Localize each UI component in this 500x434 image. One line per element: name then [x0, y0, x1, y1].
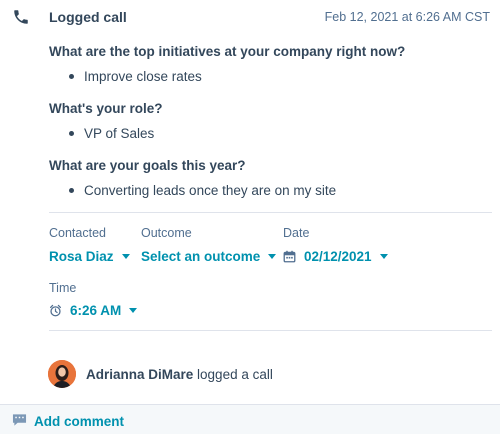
avatar: [48, 360, 76, 388]
bullet: [69, 188, 74, 193]
answer-text: Improve close rates: [84, 69, 202, 84]
contacted-dropdown[interactable]: Rosa Diaz: [49, 249, 130, 264]
answer-text: VP of Sales: [84, 126, 155, 141]
alarm-clock-icon: [49, 304, 62, 317]
activity-action: logged a call: [197, 367, 273, 382]
date-value: 02/12/2021: [304, 249, 372, 264]
outcome-value: Select an outcome: [141, 249, 261, 264]
outcome-dropdown[interactable]: Select an outcome: [141, 249, 277, 264]
answer-item: Converting leads once they are on my sit…: [69, 183, 489, 198]
caret-down-icon: [268, 254, 277, 259]
answer-text: Converting leads once they are on my sit…: [84, 183, 337, 198]
call-title: Logged call: [49, 9, 127, 25]
bullet: [69, 74, 74, 79]
outcome-label: Outcome: [141, 226, 192, 240]
time-picker[interactable]: 6:26 AM: [49, 303, 138, 318]
caret-down-icon: [129, 308, 138, 313]
date-label: Date: [283, 226, 310, 240]
call-timestamp: Feb 12, 2021 at 6:26 AM CST: [324, 10, 490, 24]
comment-footer: Add comment: [0, 404, 500, 434]
question-text: What are your goals this year?: [49, 158, 246, 173]
divider: [49, 330, 492, 331]
question-text: What are the top initiatives at your com…: [49, 44, 406, 59]
question-text: What's your role?: [49, 101, 163, 116]
caret-down-icon: [121, 254, 130, 259]
answer-item: Improve close rates: [69, 69, 489, 84]
answer-item: VP of Sales: [69, 126, 489, 141]
question-block: What are the top initiatives at your com…: [49, 44, 489, 84]
add-comment-button[interactable]: Add comment: [34, 414, 124, 429]
time-value: 6:26 AM: [70, 303, 122, 318]
question-block: What's your role? VP of Sales: [49, 101, 489, 141]
avatar-portrait-icon: [48, 360, 76, 388]
comment-icon: [12, 414, 27, 426]
divider: [49, 212, 492, 213]
calendar-icon: [283, 250, 296, 263]
time-label: Time: [49, 281, 77, 295]
contacted-value: Rosa Diaz: [49, 249, 114, 264]
activity-line: Adrianna DiMare logged a call: [86, 367, 273, 382]
bullet: [69, 131, 74, 136]
question-block: What are your goals this year? Convertin…: [49, 158, 489, 198]
caret-down-icon: [379, 254, 388, 259]
contacted-label: Contacted: [49, 226, 106, 240]
call-header: Logged call Feb 12, 2021 at 6:26 AM CST: [0, 0, 500, 36]
phone-icon: [14, 10, 28, 24]
date-picker[interactable]: 02/12/2021: [283, 249, 388, 264]
activity-user[interactable]: Adrianna DiMare: [86, 367, 193, 382]
